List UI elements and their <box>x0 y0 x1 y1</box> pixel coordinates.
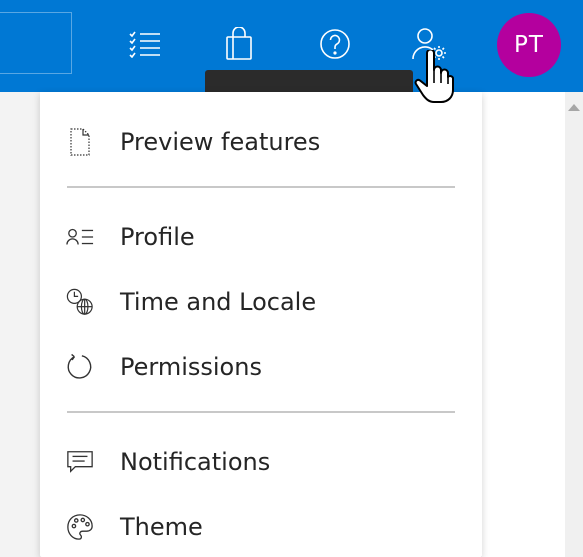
help-icon[interactable] <box>317 26 353 62</box>
menu-item-label: Permissions <box>120 353 262 381</box>
avatar[interactable]: PT <box>497 13 561 77</box>
scroll-up-arrow-icon[interactable] <box>568 104 580 111</box>
profile-list-icon <box>66 223 94 251</box>
menu-item-preview-features[interactable]: Preview features <box>40 116 482 168</box>
refresh-circle-icon <box>66 353 94 381</box>
tooltip <box>205 70 413 92</box>
clock-globe-icon <box>66 288 94 316</box>
hand-cursor-icon <box>414 48 454 104</box>
chat-bubble-icon <box>66 448 94 476</box>
menu-item-profile[interactable]: Profile <box>40 211 482 263</box>
menu-item-permissions[interactable]: Permissions <box>40 341 482 393</box>
search-box[interactable] <box>0 12 72 74</box>
menu-divider <box>67 186 455 188</box>
left-pane <box>0 92 40 557</box>
menu-item-label: Theme <box>120 513 203 541</box>
menu-divider <box>67 411 455 413</box>
menu-item-label: Profile <box>120 223 195 251</box>
tasks-icon[interactable] <box>127 26 163 62</box>
menu-item-time-and-locale[interactable]: Time and Locale <box>40 276 482 328</box>
menu-item-theme[interactable]: Theme <box>40 501 482 553</box>
store-bag-icon[interactable] <box>221 26 257 62</box>
menu-item-label: Time and Locale <box>120 288 317 316</box>
avatar-initials: PT <box>514 32 544 58</box>
palette-icon <box>66 513 94 541</box>
scrollbar[interactable] <box>565 92 583 557</box>
menu-item-notifications[interactable]: Notifications <box>40 436 482 488</box>
document-outline-icon <box>66 128 94 156</box>
settings-menu: Preview features Profile Time and Locale… <box>40 92 482 557</box>
menu-item-label: Notifications <box>120 448 271 476</box>
menu-item-label: Preview features <box>120 128 321 156</box>
